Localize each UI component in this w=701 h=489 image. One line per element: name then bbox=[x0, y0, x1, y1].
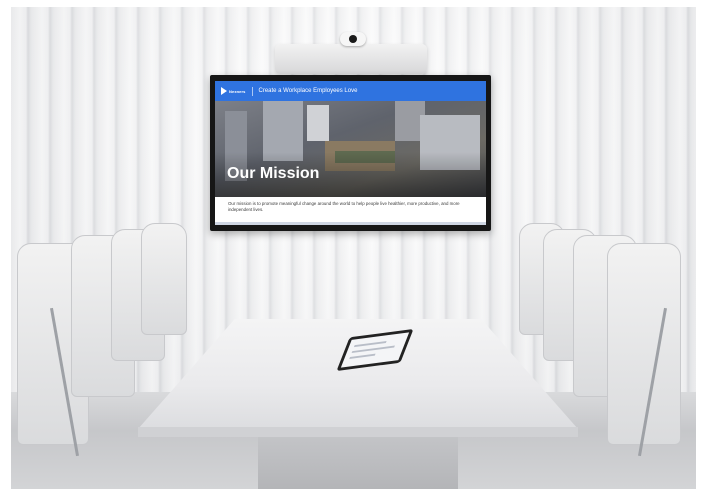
screen-header: Nexners Create a Workplace Employees Lov… bbox=[215, 81, 486, 101]
tablet-ui-line bbox=[351, 345, 395, 354]
camera-icon bbox=[340, 32, 366, 46]
chair-left-4 bbox=[141, 223, 187, 335]
chevron-logo-icon bbox=[221, 87, 227, 95]
chair-right-1 bbox=[607, 243, 681, 445]
hero-title: Our Mission bbox=[227, 165, 320, 182]
building bbox=[307, 105, 329, 141]
header-divider bbox=[251, 86, 253, 96]
table-edge bbox=[138, 427, 578, 437]
screen-bottom-bar bbox=[215, 222, 486, 225]
header-title: Create a Workplace Employees Love bbox=[258, 88, 358, 94]
room-photo: Nexners Create a Workplace Employees Lov… bbox=[11, 7, 696, 489]
wall-tv: Nexners Create a Workplace Employees Lov… bbox=[210, 75, 491, 231]
tablet-screen bbox=[340, 332, 410, 368]
logo-text: Nexners bbox=[229, 88, 246, 94]
brand-logo: Nexners bbox=[221, 87, 246, 95]
table-base bbox=[258, 437, 458, 489]
conference-room-scene: Nexners Create a Workplace Employees Lov… bbox=[0, 0, 701, 489]
hero-image: Our Mission bbox=[215, 101, 486, 197]
tablet-ui-line bbox=[349, 353, 376, 360]
tv-screen: Nexners Create a Workplace Employees Lov… bbox=[215, 81, 486, 225]
video-bar bbox=[275, 44, 427, 74]
mission-text: Our mission is to promote meaningful cha… bbox=[228, 201, 460, 212]
camera-lens bbox=[349, 35, 357, 43]
